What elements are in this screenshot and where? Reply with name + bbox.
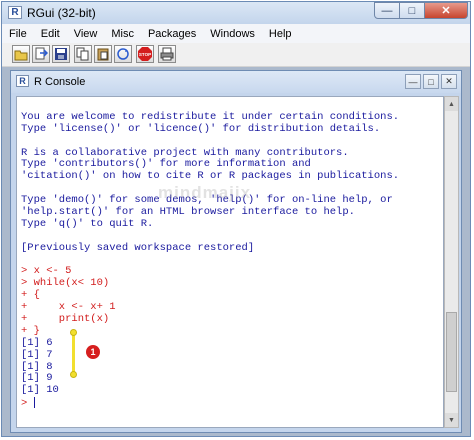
paste-button[interactable]: [94, 45, 112, 63]
close-button[interactable]: ✕: [425, 2, 468, 19]
console-line: Type 'q()' to quit R.: [21, 217, 443, 231]
console-output[interactable]: You are welcome to redistribute it under…: [16, 96, 444, 428]
console-line: [1] 7: [21, 348, 443, 362]
console-minimize-button[interactable]: —: [405, 74, 421, 89]
console-line: >: [21, 397, 443, 409]
mdi-workspace: R R Console — □ ✕ You are welcome to red…: [2, 67, 470, 436]
copy-icon: [76, 47, 89, 61]
scroll-thumb[interactable]: [446, 312, 457, 392]
console-line-text: [1] 10: [21, 384, 59, 397]
console-line: [1] 8: [21, 360, 443, 374]
callout-dot-bottom: [70, 371, 77, 378]
watermark: mindmajix: [158, 183, 252, 202]
console-line: [1] 6: [21, 336, 443, 350]
callout-dot-top: [70, 329, 77, 336]
console-line-text: > while(x< 10): [21, 277, 110, 290]
console-line-text: R is a collaborative project with many c…: [21, 146, 349, 159]
save-icon: [55, 48, 67, 60]
menu-help[interactable]: Help: [262, 28, 299, 40]
console-line-text: >: [21, 397, 34, 410]
minimize-icon: —: [408, 76, 418, 87]
console-window-controls: — □ ✕: [405, 74, 457, 89]
console-line-text: [1] 9: [21, 372, 53, 385]
menu-bar: File Edit View Misc Packages Windows Hel…: [2, 24, 470, 43]
menu-windows[interactable]: Windows: [203, 28, 262, 40]
arrow-down-icon: ▼: [448, 416, 455, 424]
r-logo-icon: R: [8, 6, 22, 19]
minimize-icon: —: [381, 4, 393, 17]
menu-edit[interactable]: Edit: [34, 28, 67, 40]
console-line: Type 'license()' or 'licence()' for dist…: [21, 122, 443, 136]
console-line-text: 'help.start()' for an HTML browser inter…: [21, 206, 355, 219]
console-titlebar[interactable]: R R Console — □ ✕: [11, 71, 461, 93]
console-line-text: [1] 7: [21, 348, 53, 361]
maximize-button[interactable]: □: [400, 2, 425, 19]
console-line: > while(x< 10): [21, 277, 443, 290]
load-workspace-icon: [35, 47, 48, 60]
console-line: + print(x): [21, 313, 443, 326]
window-controls: — □ ✕: [374, 2, 468, 20]
console-line-text: Type 'q()' to quit R.: [21, 217, 154, 230]
stop-icon: STOP: [138, 47, 152, 61]
app-title: RGui (32-bit): [27, 6, 96, 20]
console-close-button[interactable]: ✕: [441, 74, 457, 89]
close-icon: ✕: [441, 5, 451, 17]
console-line-text: Type 'license()' or 'licence()' for dist…: [21, 122, 381, 135]
open-script-icon: [14, 50, 28, 61]
callout-highlight-line: [72, 333, 75, 375]
console-maximize-button[interactable]: □: [423, 74, 439, 89]
app-titlebar[interactable]: R RGui (32-bit) — □ ✕: [2, 2, 470, 24]
maximize-icon: □: [428, 76, 434, 87]
console-line-text: + x <- x+ 1: [21, 301, 116, 314]
stop-label: STOP: [139, 52, 151, 57]
console-line-text: You are welcome to redistribute it under…: [21, 110, 400, 123]
console-line-text: [1] 6: [21, 336, 53, 349]
toolbar: STOP: [2, 43, 470, 67]
console-line-text: Type 'contributors()' for more informati…: [21, 158, 311, 171]
scroll-up-button[interactable]: ▲: [445, 97, 458, 111]
console-line-text: 'citation()' on how to cite R or R packa…: [21, 170, 400, 183]
console-line: 'citation()' on how to cite R or R packa…: [21, 170, 443, 183]
menu-file[interactable]: File: [2, 28, 34, 40]
console-line-text: [1] 8: [21, 360, 53, 373]
stop-button[interactable]: STOP: [136, 45, 154, 63]
console-line-text: + }: [21, 324, 40, 337]
paste-icon: [97, 48, 109, 61]
menu-view[interactable]: View: [67, 28, 105, 40]
r-console-window: R R Console — □ ✕ You are welcome to red…: [10, 70, 462, 433]
open-script-button[interactable]: [12, 45, 30, 63]
console-line: [1] 10: [21, 384, 443, 397]
copy-paste-button[interactable]: [114, 45, 132, 63]
save-button[interactable]: [52, 45, 70, 63]
console-line-text: [Previously saved workspace restored]: [21, 241, 255, 254]
copy-paste-icon: [117, 48, 129, 60]
print-button[interactable]: [158, 45, 176, 63]
scroll-down-button[interactable]: ▼: [445, 413, 458, 427]
console-line-text: + {: [21, 289, 40, 302]
console-line: [1] 9: [21, 373, 443, 385]
load-workspace-button[interactable]: [32, 45, 50, 63]
menu-misc[interactable]: Misc: [104, 28, 141, 40]
r-console-icon: R: [16, 75, 29, 87]
minimize-button[interactable]: —: [374, 2, 400, 19]
copy-button[interactable]: [74, 45, 92, 63]
console-line: [Previously saved workspace restored]: [21, 241, 443, 255]
console-title: R Console: [34, 76, 86, 88]
print-icon: [160, 47, 174, 61]
callout-badge: 1: [86, 345, 100, 359]
console-line-text: > x <- 5: [21, 265, 72, 278]
vertical-scrollbar[interactable]: ▲ ▼: [444, 96, 459, 428]
maximize-icon: □: [408, 4, 416, 17]
menu-packages[interactable]: Packages: [141, 28, 203, 40]
text-cursor: [33, 397, 35, 409]
console-line: + }: [21, 324, 443, 338]
console-line-text: + print(x): [21, 313, 110, 326]
arrow-up-icon: ▲: [448, 100, 455, 108]
close-icon: ✕: [445, 76, 453, 86]
